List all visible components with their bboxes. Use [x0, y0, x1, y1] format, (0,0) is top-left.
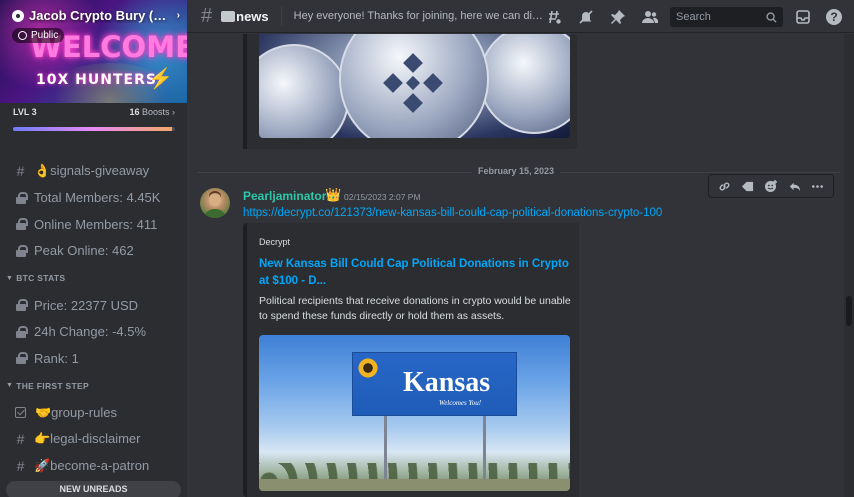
hash-icon: # — [16, 457, 25, 474]
embed-image-kansas[interactable]: Kansas Welcomes You! — [259, 335, 570, 491]
embed-description: Political recipients that receive donati… — [259, 295, 571, 322]
channel-topic[interactable]: Hey everyone! Thanks for joining, here w… — [294, 10, 544, 22]
message-list: February 15, 2023 Pearljaminator 👑 02/15… — [187, 34, 842, 497]
embed-provider: Decrypt — [259, 237, 291, 247]
lightning-icon: ⚡ — [148, 68, 173, 90]
category-btc-stats[interactable]: ▼ BTC STATS — [0, 264, 187, 292]
search-box[interactable] — [670, 7, 783, 27]
hash-icon: # — [201, 4, 213, 27]
channel-header: # news Hey everyone! Thanks for joining,… — [187, 0, 854, 33]
channel-label: 24h Change: -4.5% — [34, 324, 147, 340]
lock-icon — [16, 191, 28, 204]
boost-progress-fill — [13, 127, 172, 131]
sign-text: Kansas — [403, 367, 491, 398]
channel-sidebar: WELCOME 10X HUNTERS! ⚡ Jacob Crypto Bury… — [0, 0, 187, 497]
header-divider — [280, 6, 282, 26]
lock-icon — [16, 218, 28, 231]
server-level: LVL 3 — [13, 107, 37, 117]
channel-group-rules[interactable]: 🤝group-rules — [0, 400, 187, 427]
tag-icon[interactable] — [740, 178, 756, 194]
hash-icon: # — [16, 163, 25, 180]
scrollbar-track[interactable] — [844, 34, 854, 497]
channel-rank[interactable]: Rank: 1 — [0, 345, 187, 372]
channel-signals-giveaway[interactable]: # 👌signals-giveaway — [0, 158, 187, 185]
chevron-down-icon: ▼ — [6, 274, 14, 282]
kansas-sign: Kansas Welcomes You! — [352, 352, 517, 416]
category-label: BTC STATS — [16, 273, 66, 283]
svg-text:?: ? — [830, 10, 837, 24]
channel-label: 🤝group-rules — [35, 404, 117, 420]
more-options-icon[interactable] — [809, 178, 825, 194]
message-timestamp: 02/15/2023 2:07 PM — [344, 192, 421, 202]
category-label: THE FIRST STEP — [16, 380, 89, 391]
news-emoji-icon — [221, 10, 236, 22]
add-reaction-icon[interactable] — [763, 178, 779, 194]
message-link[interactable]: https://decrypt.co/121373/new-kansas-bil… — [243, 207, 662, 219]
header-toolbar — [544, 0, 660, 33]
scrollbar-thumb[interactable] — [846, 296, 852, 326]
channel-24h-change[interactable]: 24h Change: -4.5% — [0, 319, 187, 346]
banner-subtitle: 10X HUNTERS! — [36, 72, 165, 88]
channel-become-a-patron[interactable]: # 🚀become-a-patron — [0, 453, 187, 480]
channel-label: Online Members: 411 — [34, 216, 158, 232]
threads-icon[interactable] — [544, 7, 564, 27]
boost-progress-bar — [13, 127, 175, 131]
date-divider-label: February 15, 2023 — [472, 166, 561, 176]
channel-label: Price: 22377 USD — [34, 297, 139, 313]
channel-total-members[interactable]: Total Members: 4.45K — [0, 185, 187, 212]
link-embed: Decrypt New Kansas Bill Could Cap Politi… — [243, 223, 579, 497]
lock-icon — [16, 325, 28, 338]
search-input[interactable] — [676, 11, 766, 23]
discord-app: WELCOME 10X HUNTERS! ⚡ Jacob Crypto Bury… — [0, 0, 854, 497]
member-list-icon[interactable] — [640, 7, 660, 27]
lock-icon — [16, 299, 28, 312]
copy-link-icon[interactable] — [717, 178, 733, 194]
embed-title-link[interactable]: New Kansas Bill Could Cap Political Dona… — [259, 256, 571, 290]
category-the-first-step[interactable]: ▼ THE FIRST STEP — [0, 372, 187, 400]
channel-label: Total Members: 4.45K — [34, 190, 161, 206]
channel-label: 👌signals-giveaway — [34, 163, 150, 179]
public-badge: Public — [12, 28, 65, 43]
hash-icon: # — [16, 431, 25, 448]
channel-label: 🚀become-a-patron — [34, 457, 150, 473]
previous-embed — [243, 34, 577, 149]
rules-icon — [15, 407, 26, 419]
avatar[interactable] — [200, 188, 230, 218]
channel-label: 👉legal-disclaimer — [34, 431, 141, 447]
reply-icon[interactable] — [786, 178, 802, 194]
chevron-right-icon: › — [176, 10, 180, 21]
mute-bell-icon[interactable] — [576, 7, 596, 27]
boost-level-row[interactable]: LVL 3 16 Boosts › — [13, 107, 175, 117]
message-author[interactable]: Pearljaminator — [243, 189, 326, 203]
sign-subtext: Welcomes You! — [439, 399, 482, 407]
channel-label: Rank: 1 — [34, 350, 79, 366]
message-actions-toolbar — [708, 174, 834, 198]
embed-image[interactable] — [259, 34, 570, 138]
server-name: Jacob Crypto Bury (W... — [29, 8, 169, 23]
server-banner[interactable]: WELCOME 10X HUNTERS! ⚡ Jacob Crypto Bury… — [0, 0, 187, 103]
inbox-icon[interactable] — [793, 7, 813, 27]
boost-count: 16 Boosts › — [129, 107, 175, 117]
header-right-icons: ? — [793, 0, 844, 33]
lock-icon — [16, 244, 28, 257]
chevron-down-icon: ▼ — [6, 382, 14, 389]
channel-peak-online[interactable]: Peak Online: 462 — [0, 238, 187, 265]
public-label: Public — [31, 30, 59, 41]
channel-title: news — [236, 8, 269, 24]
channel-label: Peak Online: 462 — [34, 243, 134, 259]
channel-legal-disclaimer[interactable]: # 👉legal-disclaimer — [0, 426, 187, 453]
server-icon — [12, 9, 24, 22]
help-icon[interactable]: ? — [824, 7, 844, 27]
lock-icon — [16, 352, 28, 365]
channel-online-members[interactable]: Online Members: 411 — [0, 211, 187, 238]
globe-icon — [18, 31, 27, 40]
pin-icon[interactable] — [608, 7, 628, 27]
channel-list: # 👌signals-giveaway Total Members: 4.45K… — [0, 158, 187, 479]
crown-icon: 👑 — [325, 187, 342, 202]
search-icon — [766, 11, 777, 23]
new-unreads-button[interactable]: NEW UNREADS — [6, 481, 181, 497]
channel-price[interactable]: Price: 22377 USD — [0, 292, 187, 319]
server-name-header[interactable]: Jacob Crypto Bury (W... › — [12, 8, 180, 23]
sunflower-icon — [357, 357, 379, 379]
